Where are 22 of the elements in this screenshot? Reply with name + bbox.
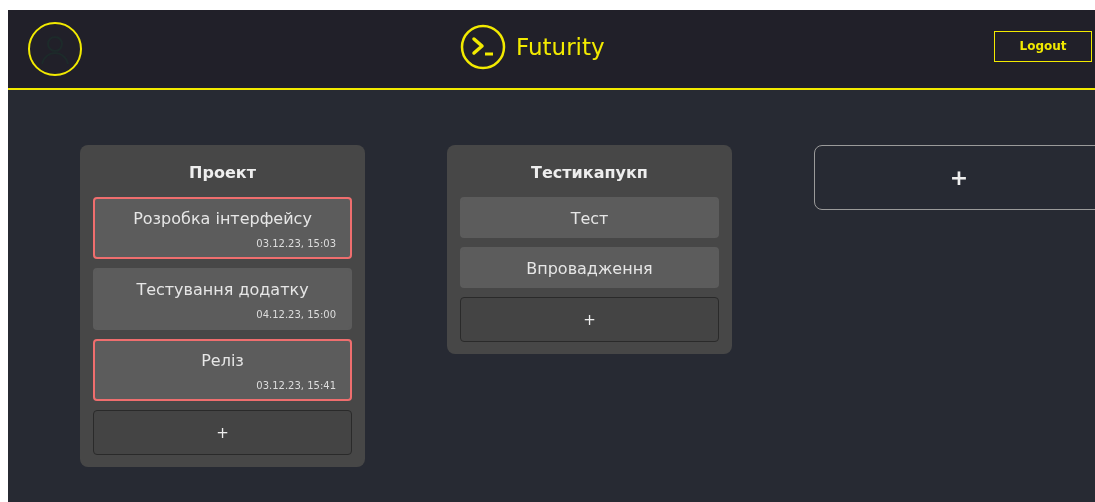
task-card[interactable]: Тестування додатку 04.12.23, 15:00 bbox=[93, 268, 352, 330]
task-title: Розробка інтерфейсу bbox=[132, 209, 313, 228]
column-title: Тестикапукп bbox=[530, 163, 649, 182]
task-title: Реліз bbox=[200, 351, 245, 370]
add-task-button[interactable]: + bbox=[93, 410, 352, 455]
column-title: Проект bbox=[188, 163, 257, 182]
logout-button[interactable]: Logout bbox=[994, 30, 1092, 62]
task-card[interactable]: Тест bbox=[460, 197, 719, 238]
task-title: Тестування додатку bbox=[135, 280, 310, 299]
task-date: 04.12.23, 15:00 bbox=[255, 309, 336, 320]
task-card[interactable]: Впровадження bbox=[460, 247, 719, 288]
task-title: Тест bbox=[569, 209, 610, 228]
task-card[interactable]: Розробка інтерфейсу 03.12.23, 15:03 bbox=[93, 197, 352, 259]
add-task-button[interactable]: + bbox=[460, 297, 719, 342]
terminal-logo-icon bbox=[460, 24, 506, 70]
user-avatar-icon[interactable] bbox=[28, 22, 82, 76]
task-card[interactable]: Реліз 03.12.23, 15:41 bbox=[93, 339, 352, 401]
add-column-button[interactable]: + bbox=[814, 145, 1095, 210]
task-date: 03.12.23, 15:41 bbox=[255, 380, 336, 391]
app-title: Futurity bbox=[516, 34, 605, 60]
task-date: 03.12.23, 15:03 bbox=[255, 238, 336, 249]
task-title: Впровадження bbox=[525, 259, 654, 278]
